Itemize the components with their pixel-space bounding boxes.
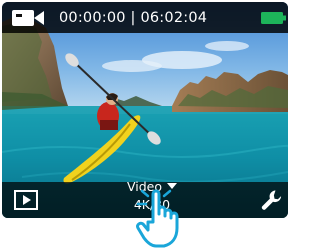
- status-bar: 00:00:00 | 06:02:04: [2, 2, 288, 33]
- playback-icon[interactable]: [14, 190, 38, 210]
- recorded-time: 00:00:00: [59, 10, 126, 26]
- wrench-icon[interactable]: [260, 188, 284, 212]
- tap-hand-icon: [136, 189, 179, 248]
- remaining-time: 06:02:04: [140, 10, 208, 26]
- time-separator: |: [130, 10, 136, 26]
- battery-full-icon: [261, 12, 286, 24]
- video-camera-icon[interactable]: [12, 9, 44, 27]
- timecode: 00:00:00 | 06:02:04: [59, 8, 207, 28]
